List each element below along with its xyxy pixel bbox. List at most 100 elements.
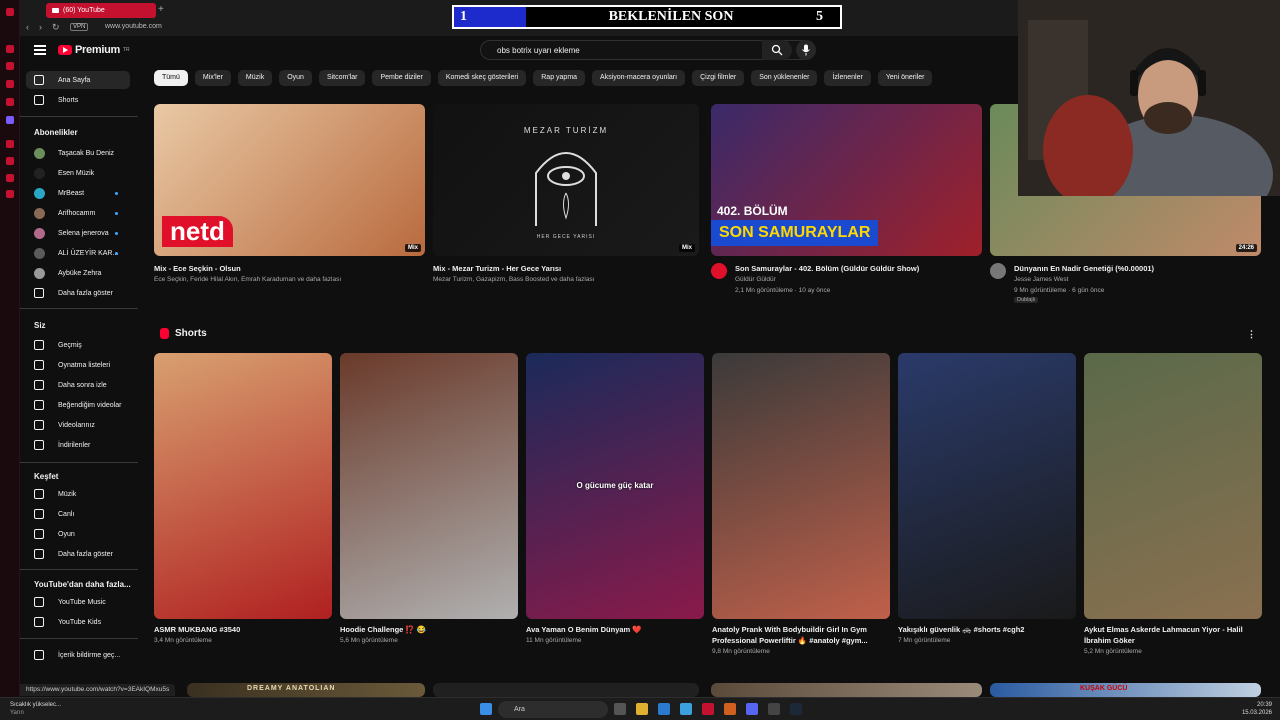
sidebar-shortcut-icon[interactable] — [6, 62, 14, 70]
new-tab-icon[interactable]: + — [158, 4, 164, 15]
video-title[interactable]: Mix - Ece Seçkin - Olsun — [154, 264, 241, 273]
subscriptions-header[interactable]: Abonelikler — [34, 128, 78, 137]
video-thumbnail[interactable]: netd Mix — [154, 104, 425, 256]
sidebar-item[interactable]: Arifhocamm — [26, 204, 130, 222]
video-title[interactable]: Mix - Mezar Turizm - Her Gece Yarısı — [433, 264, 561, 273]
edge-icon[interactable] — [658, 703, 670, 715]
sidebar-item[interactable]: Videolarınız — [26, 416, 130, 434]
weather-widget[interactable]: Sıcaklık yükselec... Yarın — [10, 701, 61, 717]
sidebar-shortcut-icon[interactable] — [6, 80, 14, 88]
sidebar-item[interactable]: YouTube Kids — [26, 613, 130, 631]
filter-chip[interactable]: Sitcom'lar — [318, 70, 366, 86]
sidebar-item[interactable]: MrBeast — [26, 184, 130, 202]
filter-chip[interactable]: Yeni öneriler — [877, 70, 933, 86]
you-header[interactable]: Siz — [34, 321, 46, 330]
sidebar-shortcut-icon[interactable] — [6, 174, 14, 182]
short-thumbnail[interactable] — [1084, 353, 1262, 619]
obs-icon[interactable] — [768, 703, 780, 715]
shorts-more-icon[interactable]: ⋮ — [1247, 329, 1256, 340]
filter-chip[interactable]: Komedi skeç gösterileri — [437, 70, 527, 86]
back-icon[interactable]: ‹ — [26, 22, 29, 33]
video-thumbnail[interactable] — [433, 683, 699, 697]
sidebar-item[interactable]: Oyun — [26, 525, 130, 543]
store-icon[interactable] — [680, 703, 692, 715]
filter-chip[interactable]: Son yüklenenler — [751, 70, 818, 86]
sidebar-item[interactable]: Canlı — [26, 505, 130, 523]
video-thumbnail[interactable]: 402. BÖLÜM SON SAMURAYLAR — [711, 104, 982, 256]
task-view-icon[interactable] — [614, 703, 626, 715]
taskbar-search[interactable]: Ara — [498, 701, 608, 718]
video-channel[interactable]: Jesse James West — [1014, 276, 1068, 283]
filter-chip[interactable]: Pembe diziler — [372, 70, 431, 86]
sidebar-item[interactable]: Selena jenerova — [26, 224, 130, 242]
short-thumbnail[interactable] — [898, 353, 1076, 619]
sidebar-item[interactable]: Aybüke Zehra — [26, 264, 130, 282]
sidebar-item[interactable]: Geçmiş — [26, 336, 130, 354]
taskbar-clock[interactable]: 20:39 15.03.2026 — [1242, 701, 1272, 717]
sidebar-shortcut-icon[interactable] — [6, 140, 14, 148]
sidebar-shortcut-icon[interactable] — [6, 98, 14, 106]
search-input[interactable]: obs botrix uyarı ekleme ✕ — [480, 40, 806, 60]
short-thumbnail[interactable]: O gücume güç katar — [526, 353, 704, 619]
short-title-line2[interactable]: Professional Powerliftir 🔥 #anatoly #gym… — [712, 636, 868, 645]
url-field[interactable]: www.youtube.com — [105, 23, 162, 30]
video-title[interactable]: Son Samuraylar - 402. Bölüm (Güldür Güld… — [735, 264, 919, 273]
opera-taskbar-icon[interactable] — [702, 703, 714, 715]
filter-chip[interactable]: Mix'ler — [194, 70, 231, 86]
sidebar-item[interactable]: Daha sonra izle — [26, 376, 130, 394]
forward-icon[interactable]: › — [39, 22, 42, 33]
menu-icon[interactable] — [34, 45, 46, 55]
short-title[interactable]: Hoodie Challenge ⁉️ 😂 — [340, 625, 426, 634]
file-explorer-icon[interactable] — [636, 703, 648, 715]
short-thumbnail[interactable] — [712, 353, 890, 619]
channel-avatar[interactable] — [990, 263, 1006, 279]
sidebar-item[interactable]: Shorts — [26, 91, 130, 109]
vpn-badge[interactable]: VPN — [70, 23, 89, 31]
short-title[interactable]: Aykut Elmas Askerde Lahmacun Yiyor - Hal… — [1084, 625, 1243, 634]
youtube-premium-logo[interactable]: Premium TR — [58, 44, 130, 56]
reload-icon[interactable]: ↻ — [52, 22, 60, 33]
short-title-line2[interactable]: İbrahim Göker — [1084, 636, 1135, 645]
start-icon[interactable] — [480, 703, 492, 715]
filter-chip[interactable]: Müzik — [237, 70, 273, 86]
discord-icon[interactable] — [746, 703, 758, 715]
video-channel[interactable]: Ece Seçkin, Feride Hilal Akın, Emrah Kar… — [154, 276, 341, 283]
video-thumbnail[interactable]: DREAMY ANATOLIAN — [187, 683, 425, 697]
short-title[interactable]: ASMR MUKBANG #3540 — [154, 625, 240, 634]
app-icon[interactable] — [724, 703, 736, 715]
short-thumbnail[interactable] — [154, 353, 332, 619]
sidebar-item[interactable]: Oynatma listeleri — [26, 356, 130, 374]
filter-chip[interactable]: Aksiyon-macera oyunları — [592, 70, 686, 86]
twitch-icon[interactable] — [6, 116, 14, 124]
video-thumbnail[interactable]: MEZAR TURİZM HER GECE YARISI Mix — [433, 104, 699, 256]
short-title[interactable]: Ava Yaman O Benim Dünyam ❤️ — [526, 625, 642, 634]
sidebar-item[interactable]: Daha fazla göster — [26, 545, 130, 563]
short-thumbnail[interactable] — [340, 353, 518, 619]
filter-chip[interactable]: Oyun — [279, 70, 312, 86]
browser-tab-youtube[interactable]: (60) YouTube — [46, 3, 156, 18]
voice-search-button[interactable] — [796, 40, 816, 60]
sidebar-item[interactable]: Müzik — [26, 485, 130, 503]
short-title[interactable]: Anatoly Prank With Bodybuildir Girl In G… — [712, 625, 867, 634]
filter-chip[interactable]: Çizgi filmler — [692, 70, 745, 86]
sidebar-item[interactable]: Ana Sayfa — [26, 71, 130, 89]
channel-avatar[interactable] — [711, 263, 727, 279]
sidebar-item[interactable]: Beğendiğim videolar — [26, 396, 130, 414]
sidebar-item[interactable]: ALİ ÜZEYİR KAR... — [26, 244, 130, 262]
sidebar-shortcut-icon[interactable] — [6, 190, 14, 198]
sidebar-item[interactable]: Esen Müzik — [26, 164, 130, 182]
video-channel[interactable]: Mezar Turizm, Gazapizm, Bass Boosted ve … — [433, 276, 594, 283]
sidebar-item[interactable]: Taşacak Bu Deniz — [26, 144, 130, 162]
filter-chip[interactable]: Rap yapma — [533, 70, 586, 86]
sidebar-item[interactable]: Daha fazla göster — [26, 284, 130, 302]
sidebar-item[interactable]: İçerik bildirme geç... — [26, 646, 130, 664]
steam-icon[interactable] — [790, 703, 802, 715]
sidebar-item[interactable]: İndirilenler — [26, 436, 130, 454]
search-button[interactable] — [762, 40, 792, 60]
sidebar-shortcut-icon[interactable] — [6, 157, 14, 165]
video-channel[interactable]: Güldür Güldür — [735, 276, 776, 283]
filter-chip[interactable]: İzlenenler — [824, 70, 871, 86]
video-thumbnail[interactable] — [711, 683, 982, 697]
sidebar-shortcut-icon[interactable] — [6, 45, 14, 53]
filter-chip[interactable]: Tümü — [154, 70, 188, 86]
